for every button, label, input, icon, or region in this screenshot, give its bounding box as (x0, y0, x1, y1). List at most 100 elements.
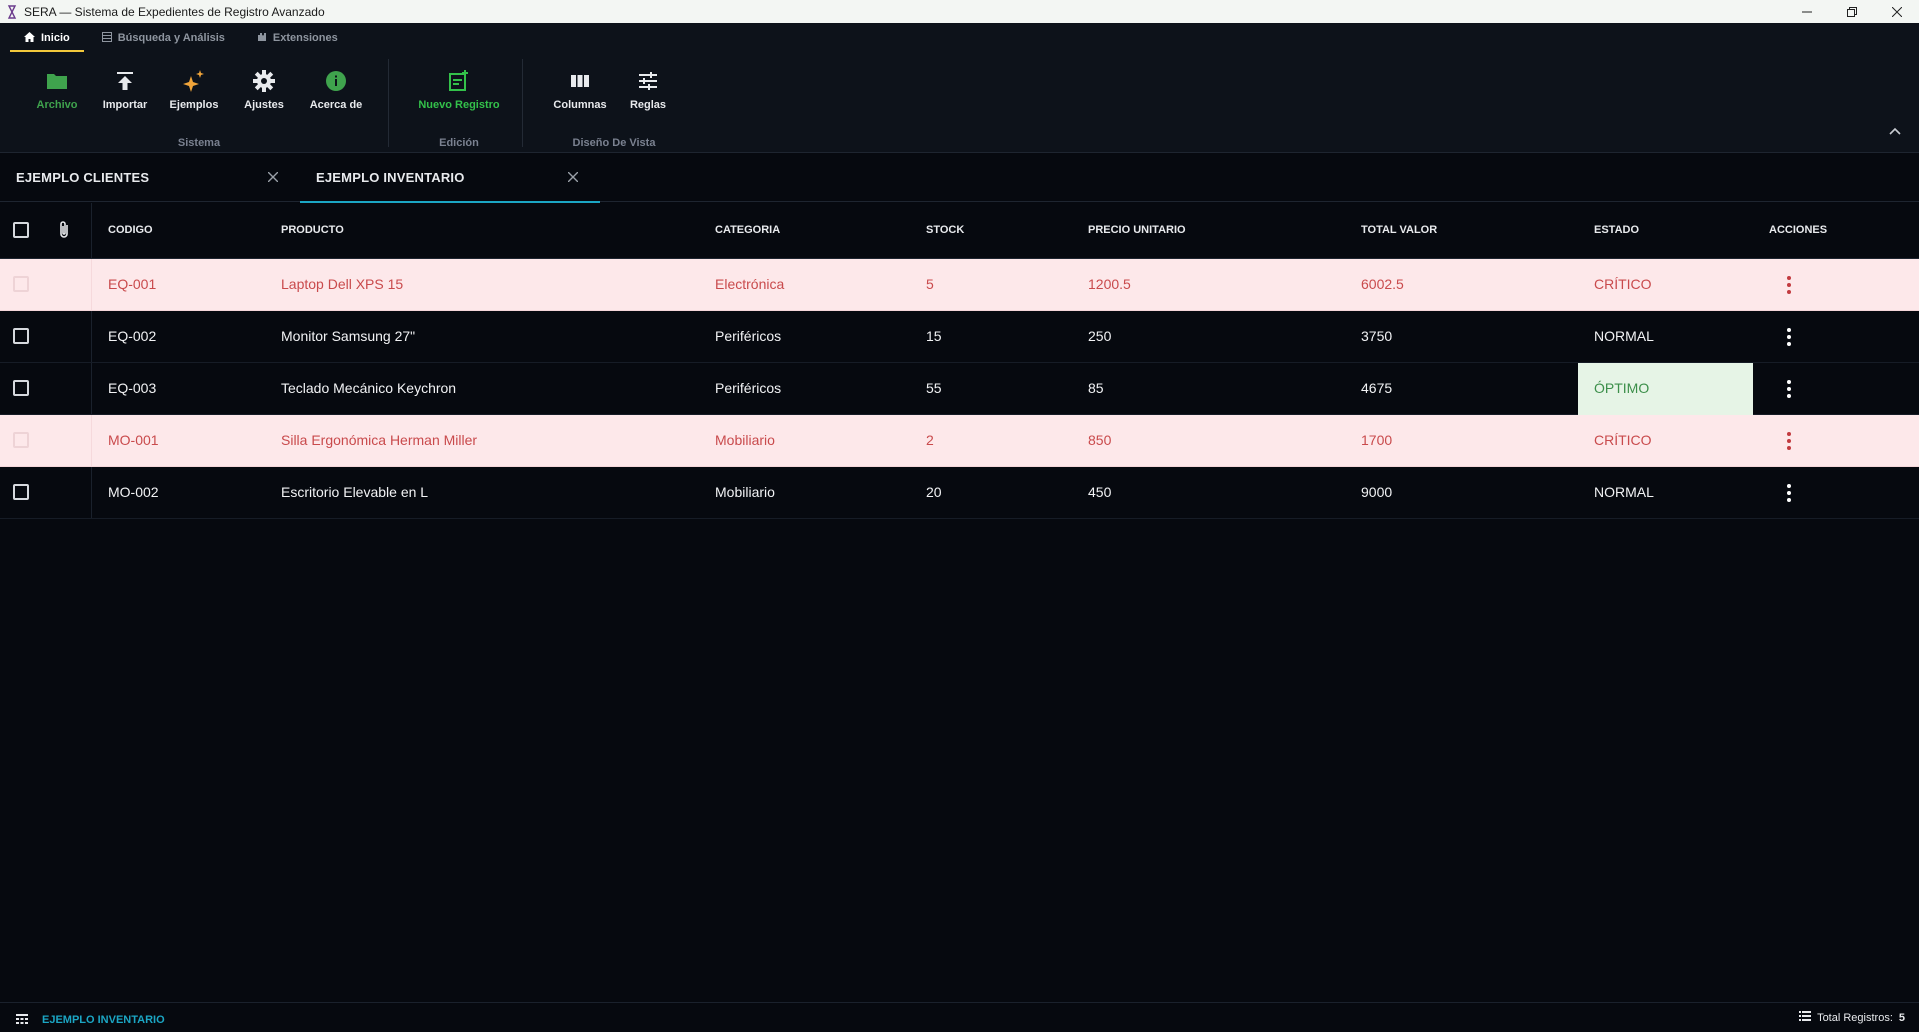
cell-categoria: Mobiliario (715, 484, 775, 500)
column-header-estado[interactable]: ESTADO (1594, 224, 1639, 236)
document-tab-bar: EJEMPLO CLIENTES EJEMPLO INVENTARIO (0, 153, 1919, 203)
cell-estado: CRÍTICO (1594, 432, 1652, 448)
cell-total: 4675 (1361, 380, 1393, 396)
cell-stock: 20 (926, 484, 942, 500)
row-checkbox[interactable] (13, 328, 29, 344)
more-vert-icon[interactable] (1780, 481, 1798, 505)
tab-busqueda[interactable]: Búsqueda y Análisis (92, 23, 235, 53)
table-row[interactable]: EQ-003 Teclado Mecánico Keychron Perifér… (0, 363, 1919, 415)
gear-icon (252, 69, 276, 93)
cell-precio: 1200.5 (1088, 276, 1131, 292)
cell-total: 1700 (1361, 432, 1393, 448)
cell-stock: 5 (926, 276, 934, 292)
restore-button[interactable] (1829, 0, 1874, 23)
row-checkbox[interactable] (13, 432, 29, 448)
home-icon (24, 31, 35, 45)
table-icon (101, 31, 112, 45)
column-header-categoria[interactable]: CATEGORIA (715, 224, 780, 236)
cell-codigo: EQ-003 (108, 380, 157, 396)
cell-codigo: MO-002 (108, 484, 159, 500)
cell-total: 9000 (1361, 484, 1393, 500)
cell-categoria: Electrónica (715, 276, 785, 292)
puzzle-icon (257, 32, 267, 45)
more-vert-icon[interactable] (1780, 429, 1798, 453)
cell-estado: NORMAL (1594, 328, 1654, 344)
column-divider (91, 311, 92, 362)
button-label: Ejemplos (169, 99, 219, 111)
button-label: Columnas (553, 99, 607, 111)
close-window-button[interactable] (1874, 0, 1919, 23)
doc-tab-clientes[interactable]: EJEMPLO CLIENTES (0, 153, 300, 202)
collapse-ribbon-button[interactable] (1885, 121, 1905, 141)
window-title: SERA — Sistema de Expedientes de Registr… (24, 4, 325, 19)
cell-stock: 2 (926, 432, 934, 448)
group-divider (522, 59, 523, 147)
column-divider (91, 415, 92, 466)
doc-tab-label: EJEMPLO CLIENTES (16, 170, 150, 185)
minimize-button[interactable] (1784, 0, 1829, 23)
importar-button[interactable]: Importar (90, 59, 160, 121)
table-row[interactable]: MO-001 Silla Ergonómica Herman Miller Mo… (0, 415, 1919, 467)
list-icon (1799, 1011, 1812, 1024)
more-vert-icon[interactable] (1780, 325, 1798, 349)
column-divider (91, 203, 92, 258)
total-records-count: 5 (1898, 1011, 1905, 1024)
close-icon[interactable] (266, 170, 280, 184)
ribbon-group-edicion: Nuevo Registro Edición (410, 59, 508, 149)
cell-producto: Monitor Samsung 27" (281, 328, 416, 344)
total-records-label: Total Registros: (1817, 1011, 1893, 1024)
columnas-button[interactable]: Columnas (546, 59, 614, 121)
ejemplos-button[interactable]: Ejemplos (160, 59, 228, 121)
app-icon (7, 4, 17, 19)
row-checkbox[interactable] (13, 276, 29, 292)
cell-producto: Teclado Mecánico Keychron (281, 380, 457, 396)
table-row[interactable]: EQ-001 Laptop Dell XPS 15 Electrónica 5 … (0, 259, 1919, 311)
cell-categoria: Periféricos (715, 328, 782, 344)
ribbon-group-diseno: Columnas Reglas Diseño De Vista (546, 59, 682, 149)
attachment-icon[interactable] (58, 220, 70, 245)
cell-total: 6002.5 (1361, 276, 1404, 292)
column-header-stock[interactable]: STOCK (926, 224, 964, 236)
tab-extensiones[interactable]: Extensiones (247, 23, 348, 53)
cell-estado: ÓPTIMO (1594, 380, 1650, 396)
cell-estado-highlight: ÓPTIMO (1578, 363, 1753, 415)
group-label: Sistema (177, 137, 221, 149)
cell-estado: CRÍTICO (1594, 276, 1652, 292)
archivo-button[interactable]: Archivo (24, 59, 90, 121)
folder-icon (45, 69, 69, 93)
button-label: Nuevo Registro (418, 99, 500, 111)
cell-producto: Silla Ergonómica Herman Miller (281, 432, 478, 448)
column-divider (91, 259, 92, 310)
group-label: Edición (439, 137, 479, 149)
table-row[interactable]: EQ-002 Monitor Samsung 27" Periféricos 1… (0, 311, 1919, 363)
sparkle-icon (182, 69, 206, 93)
cell-precio: 85 (1088, 380, 1104, 396)
cell-estado: NORMAL (1594, 484, 1654, 500)
reglas-button[interactable]: Reglas (614, 59, 682, 121)
info-icon (324, 69, 348, 93)
cell-categoria: Mobiliario (715, 432, 775, 448)
table-row[interactable]: MO-002 Escritorio Elevable en L Mobiliar… (0, 467, 1919, 519)
chevron-up-icon (1889, 122, 1901, 140)
more-vert-icon[interactable] (1780, 273, 1798, 297)
column-divider (91, 363, 92, 414)
select-all-checkbox[interactable] (13, 222, 29, 238)
column-header-codigo[interactable]: CODIGO (108, 224, 153, 236)
column-header-acciones: ACCIONES (1769, 224, 1828, 236)
tab-label: Búsqueda y Análisis (117, 32, 225, 44)
column-header-total[interactable]: TOTAL VALOR (1361, 224, 1437, 236)
close-icon[interactable] (566, 170, 580, 184)
cell-categoria: Periféricos (715, 380, 782, 396)
ribbon-group-sistema: Archivo Importar Ejemplos Ajustes Acerca… (24, 59, 374, 149)
more-vert-icon[interactable] (1780, 377, 1798, 401)
doc-tab-inventario[interactable]: EJEMPLO INVENTARIO (300, 153, 600, 203)
nuevo-registro-button[interactable]: Nuevo Registro (410, 59, 508, 121)
column-header-precio[interactable]: PRECIO UNITARIO (1088, 224, 1186, 236)
row-checkbox[interactable] (13, 380, 29, 396)
tab-label: Inicio (41, 32, 70, 44)
ajustes-button[interactable]: Ajustes (228, 59, 300, 121)
column-header-producto[interactable]: PRODUCTO (281, 224, 344, 236)
tab-inicio[interactable]: Inicio (10, 23, 84, 53)
row-checkbox[interactable] (13, 484, 29, 500)
acerca-de-button[interactable]: Acerca de (300, 59, 372, 121)
